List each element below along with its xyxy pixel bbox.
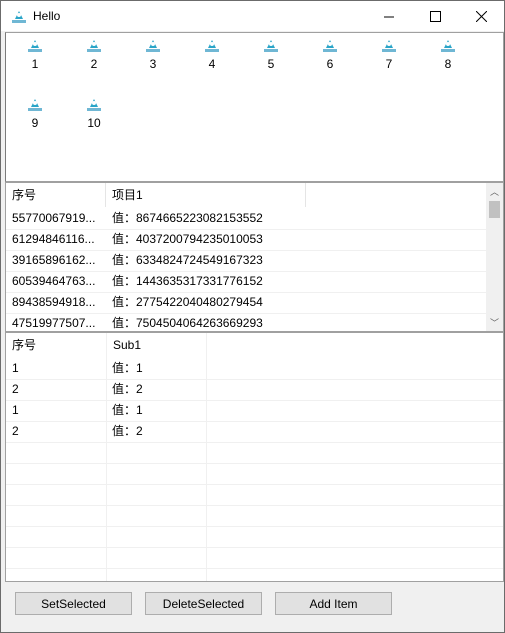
icon-view-item[interactable]: 9 xyxy=(15,96,55,130)
row-index: 2 xyxy=(12,424,19,438)
table-row[interactable]: 2 值：2 xyxy=(6,379,503,401)
table-row[interactable]: 89438594918... 值：2775422040480279454 xyxy=(6,292,486,314)
row-value: 值：2 xyxy=(112,382,143,396)
row-index: 2 xyxy=(12,382,19,396)
list-view-1[interactable]: 序号 项目1 55770067919... 值：86746652230821535… xyxy=(5,182,504,332)
title-bar[interactable]: Hello xyxy=(1,1,504,31)
icon-view-item[interactable]: 10 xyxy=(74,96,114,130)
empty-row xyxy=(6,442,503,464)
add-item-button[interactable]: Add Item xyxy=(275,592,392,615)
maximize-icon xyxy=(429,10,441,22)
icon-view-item[interactable]: 6 xyxy=(310,37,350,71)
item-icon xyxy=(146,40,160,52)
item-label: 6 xyxy=(326,57,334,71)
item-label: 5 xyxy=(267,57,275,71)
icon-view-item[interactable]: 4 xyxy=(192,37,232,71)
table-row[interactable]: 1 值：1 xyxy=(6,358,503,380)
item-label: 8 xyxy=(444,57,452,71)
item-label: 7 xyxy=(385,57,393,71)
row-index: 60539464763... xyxy=(12,274,96,288)
row-value: 值：2 xyxy=(112,424,143,438)
icon-view-item[interactable]: 7 xyxy=(369,37,409,71)
maximize-button[interactable] xyxy=(412,1,458,31)
row-value: 值：6334824724549167323 xyxy=(112,253,263,267)
table-row[interactable]: 1 值：1 xyxy=(6,400,503,422)
item-icon xyxy=(382,40,396,52)
item-label: 9 xyxy=(31,116,39,130)
row-index: 55770067919... xyxy=(12,211,96,225)
table-row[interactable]: 55770067919... 值：8674665223082153552 xyxy=(6,208,486,230)
row-index: 47519977507... xyxy=(12,316,96,330)
item-label: 1 xyxy=(31,57,39,71)
item-icon xyxy=(205,40,219,52)
row-value: 值：1 xyxy=(112,403,143,417)
delete-selected-button[interactable]: DeleteSelected xyxy=(145,592,262,615)
list2-header-sub1[interactable]: Sub1 xyxy=(107,333,207,357)
row-value: 值：1 xyxy=(112,361,143,375)
table-row[interactable]: 47519977507... 值：7504504064263669293 xyxy=(6,313,486,331)
icon-view[interactable]: 1 2 3 4 5 6 7 8 9 10 xyxy=(5,32,504,182)
empty-row xyxy=(6,547,503,569)
icon-view-item[interactable]: 2 xyxy=(74,37,114,71)
row-index: 1 xyxy=(12,361,19,375)
list-view-2[interactable]: 序号 Sub1 1 值：1 2 值：2 1 值：1 2 值：2 xyxy=(5,332,504,582)
scroll-down-icon[interactable]: ﹀ xyxy=(486,314,503,331)
list2-header: 序号 Sub1 xyxy=(6,333,486,357)
minimize-button[interactable] xyxy=(366,1,412,31)
row-index: 89438594918... xyxy=(12,295,96,309)
row-value: 值：4037200794235010053 xyxy=(112,232,263,246)
item-label: 3 xyxy=(149,57,157,71)
item-label: 10 xyxy=(87,116,101,130)
item-icon xyxy=(28,99,42,111)
close-icon xyxy=(475,10,487,22)
item-icon xyxy=(28,40,42,52)
button-panel: SetSelected DeleteSelected Add Item xyxy=(5,582,502,630)
row-value: 值：7504504064263669293 xyxy=(112,316,263,330)
main-window: Hello 1 2 3 4 5 6 7 8 9 10 序号 项目1 55770067919... 值… xyxy=(0,0,505,633)
row-value: 值：2775422040480279454 xyxy=(112,295,263,309)
row-index: 1 xyxy=(12,403,19,417)
list2-header-index[interactable]: 序号 xyxy=(6,333,107,357)
table-row[interactable]: 61294846116... 值：4037200794235010053 xyxy=(6,229,486,251)
row-value: 值：1443635317331776152 xyxy=(112,274,263,288)
item-icon xyxy=(87,40,101,52)
empty-row xyxy=(6,505,503,527)
icon-view-item[interactable]: 1 xyxy=(15,37,55,71)
empty-row xyxy=(6,568,503,581)
icon-view-item[interactable]: 3 xyxy=(133,37,173,71)
row-index: 61294846116... xyxy=(12,232,95,246)
empty-row xyxy=(6,484,503,506)
app-icon xyxy=(12,11,26,23)
item-label: 2 xyxy=(90,57,98,71)
set-selected-button[interactable]: SetSelected xyxy=(15,592,132,615)
window-title: Hello xyxy=(33,9,61,23)
item-label: 4 xyxy=(208,57,216,71)
list1-header-item1[interactable]: 项目1 xyxy=(106,183,306,207)
table-row[interactable]: 2 值：2 xyxy=(6,421,503,443)
table-row[interactable]: 39165896162... 值：6334824724549167323 xyxy=(6,250,486,272)
row-value: 值：8674665223082153552 xyxy=(112,211,263,225)
list1-header-index[interactable]: 序号 xyxy=(6,183,106,207)
table-row[interactable]: 60539464763... 值：1443635317331776152 xyxy=(6,271,486,293)
row-index: 39165896162... xyxy=(12,253,96,267)
icon-view-item[interactable]: 5 xyxy=(251,37,291,71)
list1-header: 序号 项目1 xyxy=(6,183,486,207)
minimize-icon xyxy=(383,16,394,17)
scroll-up-icon[interactable]: ︿ xyxy=(486,183,503,200)
icon-view-item[interactable]: 8 xyxy=(428,37,468,71)
empty-row xyxy=(6,526,503,548)
scroll-thumb[interactable] xyxy=(489,201,500,218)
item-icon xyxy=(441,40,455,52)
item-icon xyxy=(264,40,278,52)
empty-row xyxy=(6,463,503,485)
list1-vertical-scrollbar[interactable]: ︿ ﹀ xyxy=(486,183,503,331)
close-button[interactable] xyxy=(458,1,504,31)
item-icon xyxy=(87,99,101,111)
item-icon xyxy=(323,40,337,52)
